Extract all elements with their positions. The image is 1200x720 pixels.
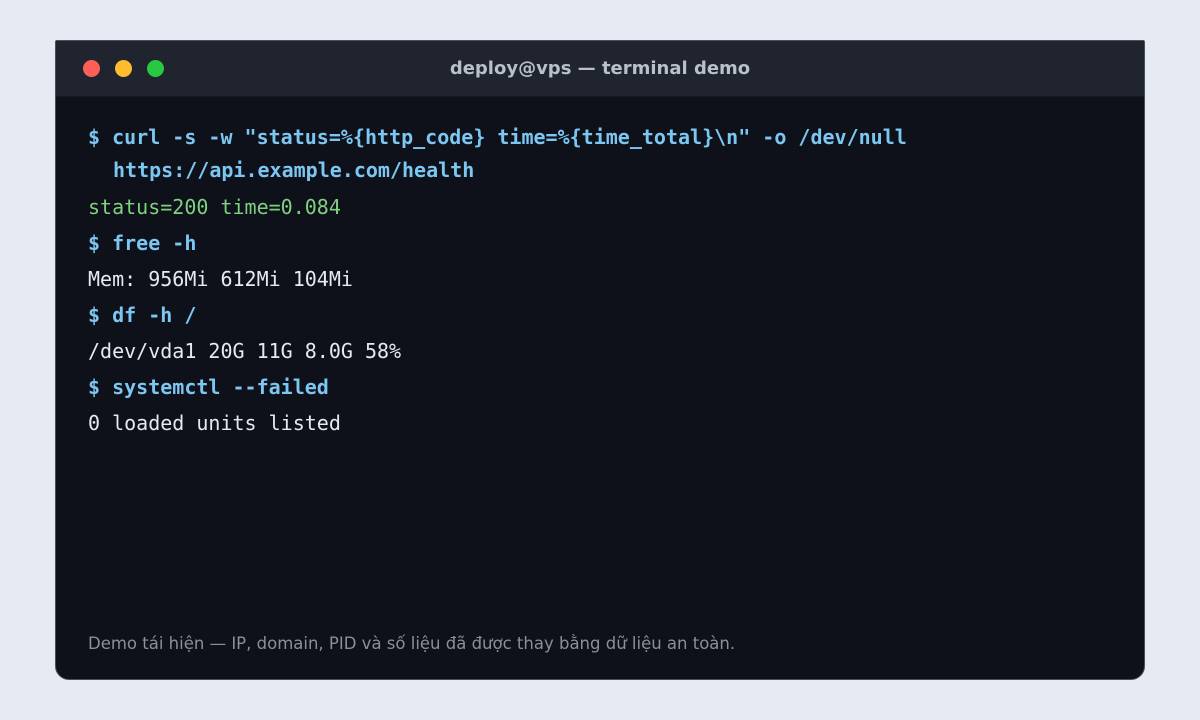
command-continuation-line: https://api.example.com/health [113,158,475,182]
command-line: $ df -h / [88,303,197,327]
output-line: Mem: 956Mi 612Mi 104Mi [88,267,353,291]
command-line: $ free -h [88,231,197,255]
command-line: $ systemctl --failed [88,375,329,399]
output-line: 0 loaded units listed [88,411,341,435]
curl-command-block: $ curl -s -w "status=%{http_code} time=%… [88,121,1124,187]
output-line: status=200 time=0.084 [88,195,341,219]
footer-note: Demo tái hiện — IP, domain, PID và số li… [88,634,736,653]
terminal-window: deploy@vps — terminal demo $ curl -s -w … [55,40,1145,680]
window-title: deploy@vps — terminal demo [449,58,751,79]
command-line: $ curl -s -w "status=%{http_code} time=%… [88,125,907,149]
title-bar: deploy@vps — terminal demo [56,41,1144,97]
terminal-output[interactable]: $ curl -s -w "status=%{http_code} time=%… [88,121,1124,441]
output-line: /dev/vda1 20G 11G 8.0G 58% [88,339,402,363]
